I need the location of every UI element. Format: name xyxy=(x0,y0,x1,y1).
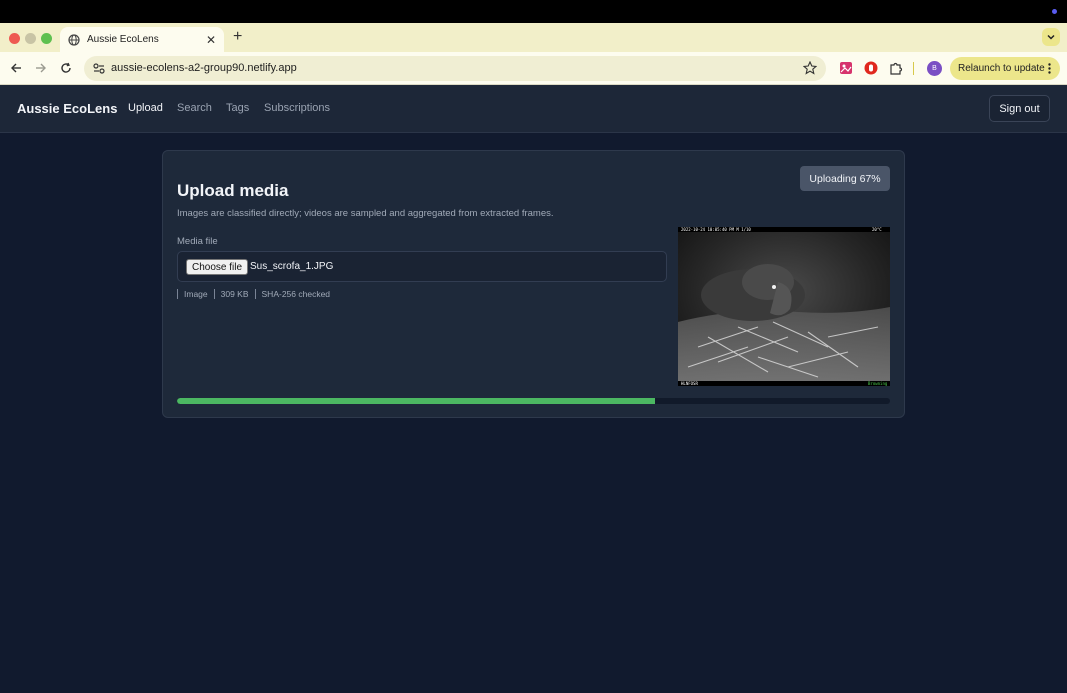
close-window-button[interactable] xyxy=(9,33,20,44)
file-meta: Image 309 KB SHA-256 checked xyxy=(177,289,330,299)
nav-upload[interactable]: Upload xyxy=(128,102,163,114)
tab-search-button[interactable] xyxy=(1042,28,1060,46)
preview-footer-left: HLNFOSR xyxy=(681,381,698,386)
url-text: aussie-ecolens-a2-group90.netlify.app xyxy=(111,62,297,74)
extension-image-icon[interactable] xyxy=(839,61,853,75)
browser-tab[interactable]: Aussie EcoLens ✕ xyxy=(60,27,224,52)
media-file-input[interactable]: Choose file Sus_scrofa_1.JPG xyxy=(177,251,667,282)
reload-icon xyxy=(61,62,71,73)
forward-button[interactable] xyxy=(33,60,49,76)
relaunch-label: Relaunch to update xyxy=(958,63,1045,74)
upload-progress-fill xyxy=(177,398,655,404)
page-title: Upload media xyxy=(177,181,289,200)
sign-out-button[interactable]: Sign out xyxy=(989,95,1050,122)
upload-status-button[interactable]: Uploading 67% xyxy=(800,166,890,191)
profile-avatar[interactable]: B xyxy=(927,61,942,76)
nav-tags[interactable]: Tags xyxy=(226,102,249,114)
nav-subscriptions[interactable]: Subscriptions xyxy=(264,102,330,114)
file-size: 309 KB xyxy=(220,289,249,299)
brand-logo[interactable]: Aussie EcoLens xyxy=(17,101,117,116)
meta-divider xyxy=(213,289,215,299)
media-file-label: Media file xyxy=(177,236,218,247)
new-tab-button[interactable]: + xyxy=(233,29,242,45)
preview-header-text: 2022-10-24 10:05:40 PM M 1/10 xyxy=(681,227,751,232)
upload-card: Upload media Images are classified direc… xyxy=(162,150,905,418)
address-bar[interactable]: aussie-ecolens-a2-group90.netlify.app xyxy=(84,56,826,81)
selected-file-name: Sus_scrofa_1.JPG xyxy=(250,261,334,272)
media-preview-image: 2022-10-24 10:05:40 PM M 1/10 20°C HLNFO… xyxy=(678,227,890,386)
tab-close-icon[interactable]: ✕ xyxy=(206,33,216,47)
relaunch-button[interactable]: Relaunch to update xyxy=(950,57,1060,80)
chevron-down-icon xyxy=(1047,34,1055,40)
upload-progress-bar xyxy=(177,398,890,404)
reload-button[interactable] xyxy=(58,60,74,76)
globe-icon xyxy=(68,33,80,46)
bookmark-star-icon[interactable] xyxy=(802,60,818,75)
extension-shield-icon[interactable] xyxy=(864,61,878,75)
browser-toolbar: aussie-ecolens-a2-group90.netlify.app B … xyxy=(0,52,1067,85)
back-button[interactable] xyxy=(8,60,24,76)
site-info-icon[interactable] xyxy=(92,62,106,75)
preview-temp-text: 20°C xyxy=(872,227,882,232)
kebab-menu-icon xyxy=(1048,63,1051,77)
status-dot-icon xyxy=(1052,9,1057,14)
preview-footer-right: Browning xyxy=(868,381,888,386)
system-bar xyxy=(0,0,1067,23)
extensions-puzzle-icon[interactable] xyxy=(889,61,903,75)
meta-divider xyxy=(254,289,256,299)
app-header: Aussie EcoLens Upload Search Tags Subscr… xyxy=(0,85,1067,133)
file-hash-status: SHA-256 checked xyxy=(261,289,331,299)
arrow-left-icon xyxy=(11,63,21,73)
maximize-window-button[interactable] xyxy=(41,33,52,44)
choose-file-button[interactable]: Choose file xyxy=(186,259,249,275)
upload-description: Images are classified directly; videos a… xyxy=(177,208,554,219)
nav-search[interactable]: Search xyxy=(177,102,212,114)
minimize-window-button[interactable] xyxy=(25,33,36,44)
tab-strip: Aussie EcoLens ✕ + xyxy=(0,23,1067,52)
meta-divider xyxy=(177,289,178,299)
toolbar-divider xyxy=(913,62,914,75)
arrow-right-icon xyxy=(36,63,46,73)
file-type: Image xyxy=(184,289,208,299)
tab-title: Aussie EcoLens xyxy=(87,34,159,45)
